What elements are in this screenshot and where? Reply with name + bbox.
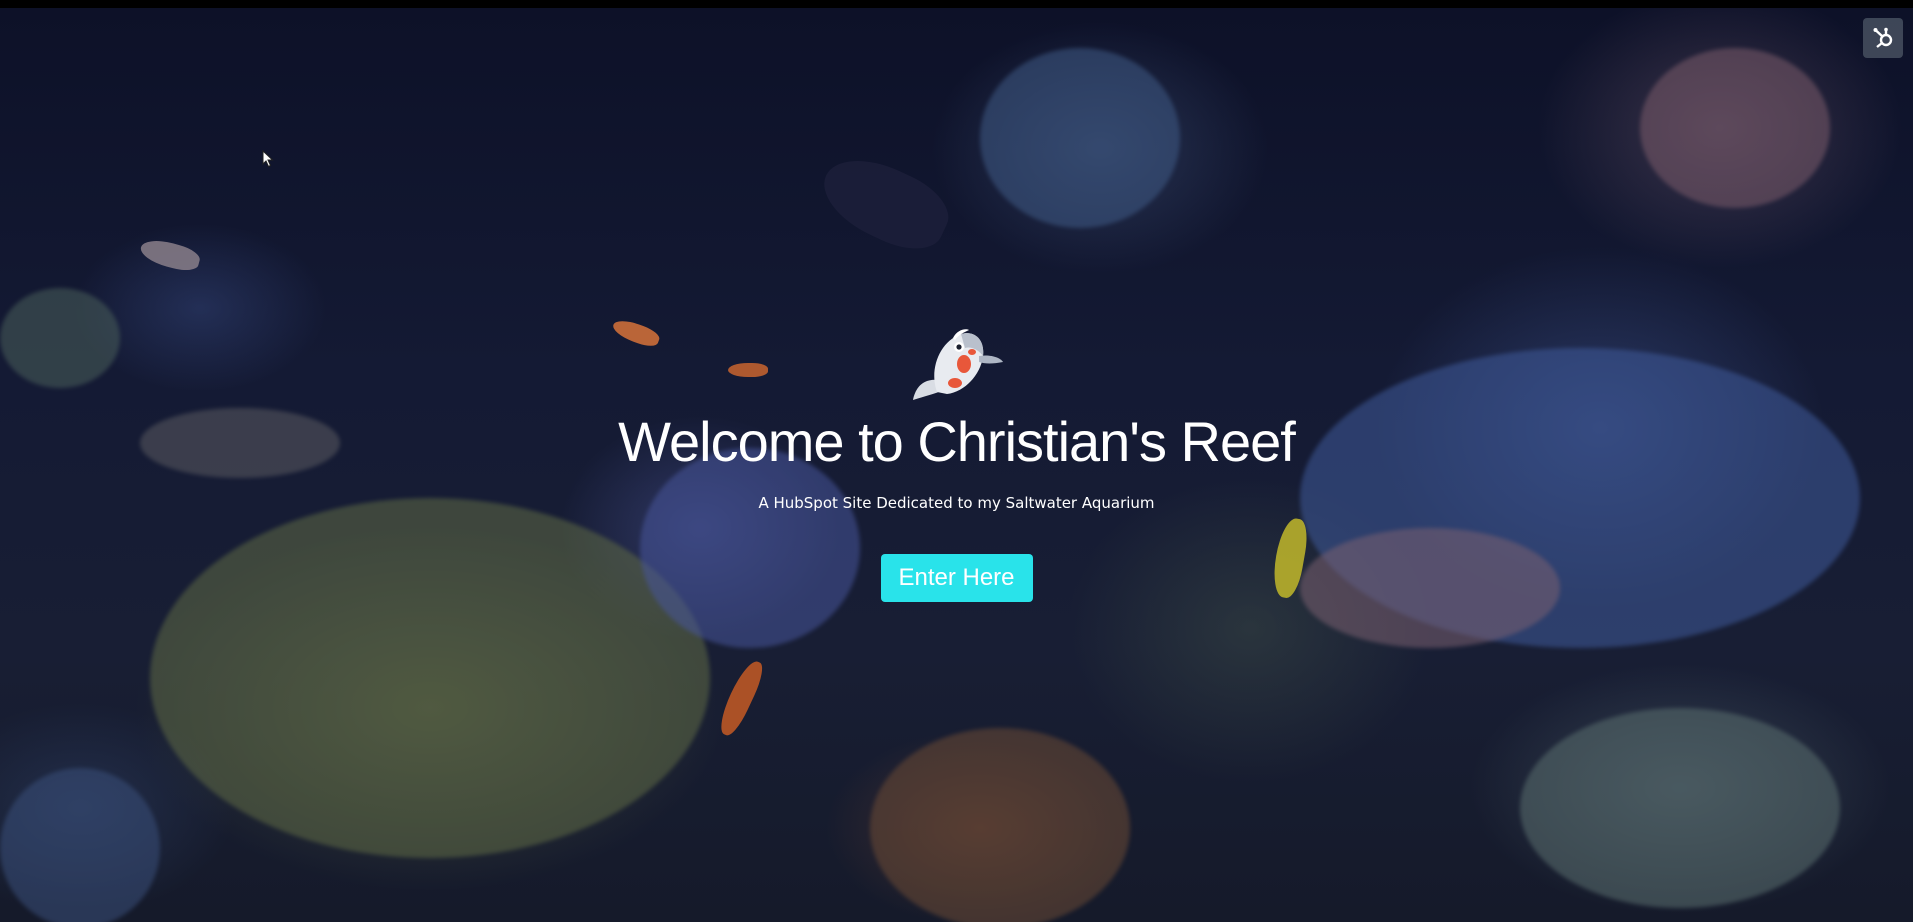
enter-button[interactable]: Enter Here [880,554,1033,602]
coral-blob [0,768,160,922]
page-title: Welcome to Christian's Reef [618,410,1296,473]
hubspot-badge[interactable] [1863,18,1903,58]
fish [811,143,959,263]
hero-section: Welcome to Christian's Reef A HubSpot Si… [0,320,1913,602]
coral-blob [870,728,1130,922]
fish [137,235,203,275]
page-subtitle: A HubSpot Site Dedicated to my Saltwater… [758,494,1155,512]
top-strip [0,0,1913,8]
coral-blob [980,48,1180,228]
fish [714,657,768,739]
koi-fish-logo-icon [912,329,1003,400]
hubspot-sprocket-icon [1873,27,1893,48]
landing-page: Welcome to Christian's Reef A HubSpot Si… [0,0,1913,922]
mouse-cursor-icon [262,149,274,173]
coral-blob [1640,48,1830,208]
coral-blob [1520,708,1840,908]
